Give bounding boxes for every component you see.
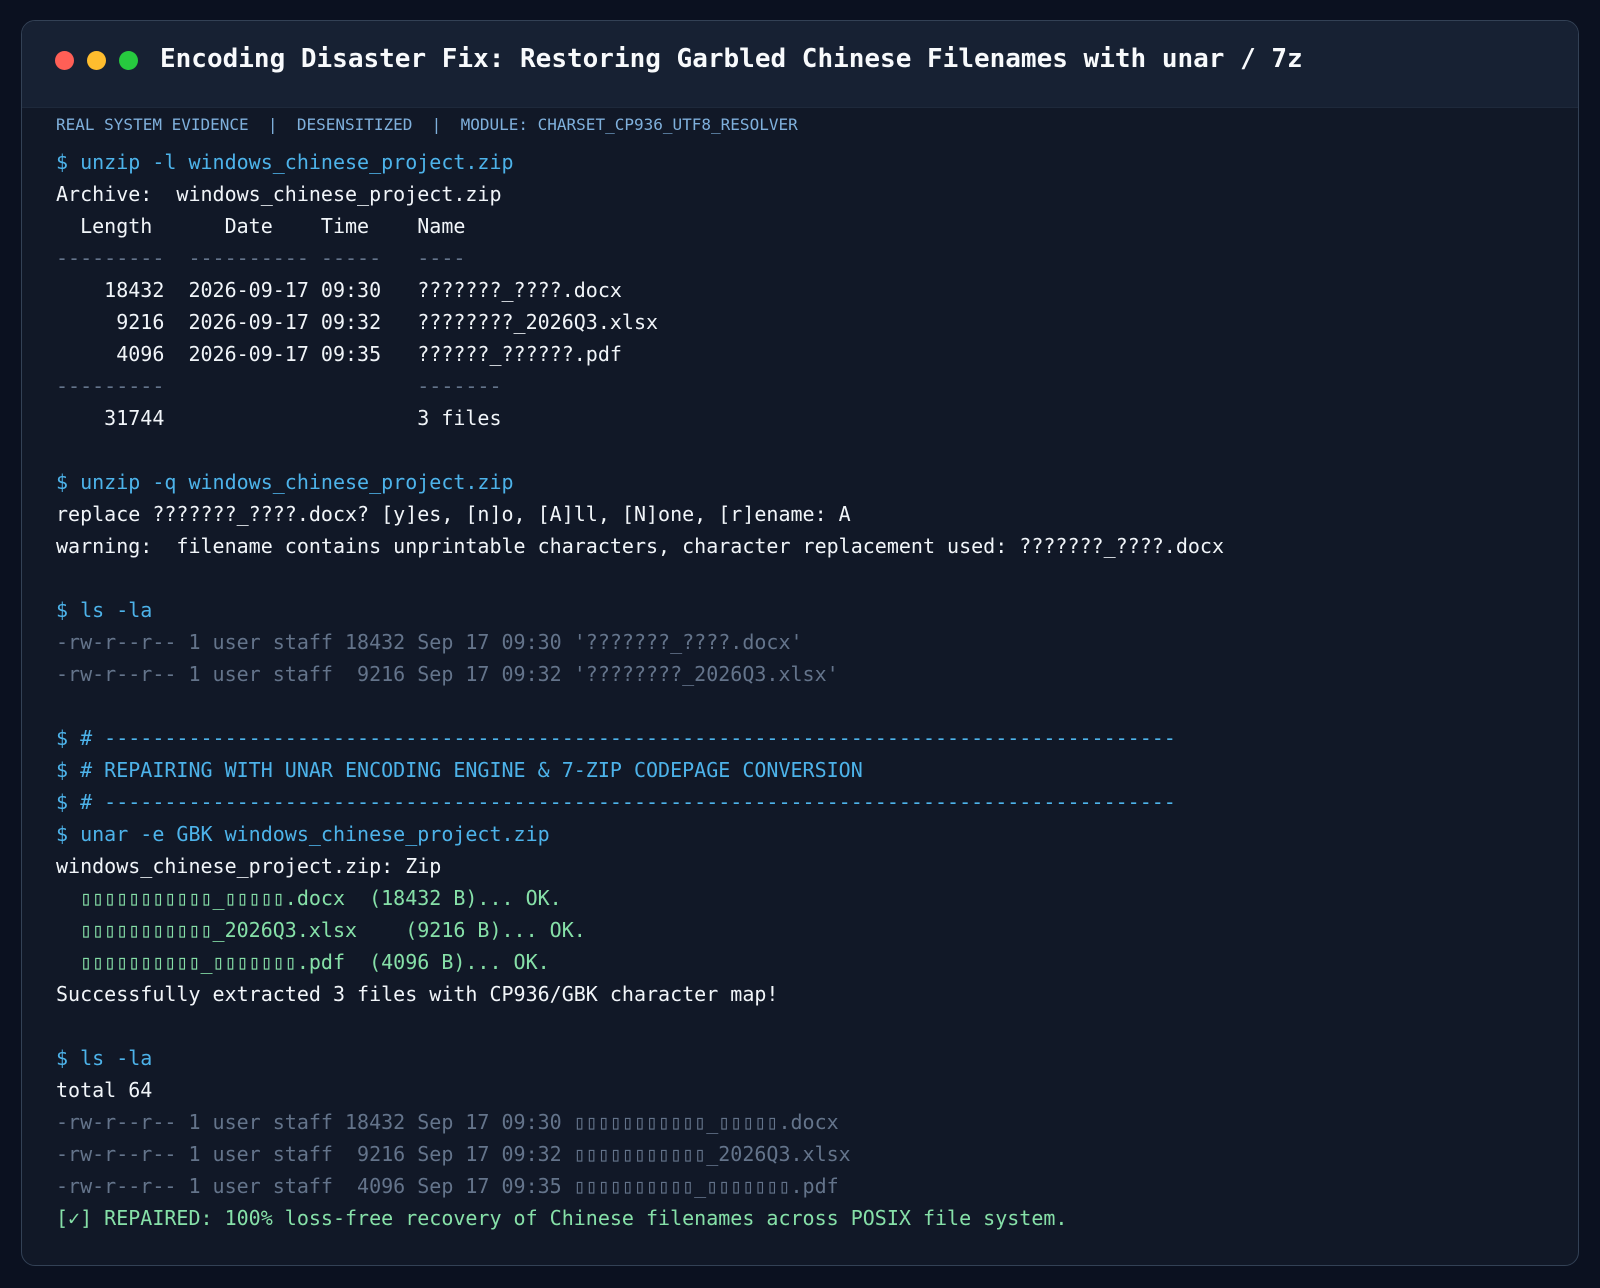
output-line: Archive: windows_chinese_project.zip	[56, 182, 502, 206]
success-line: ▯▯▯▯▯▯▯▯▯▯▯_▯▯▯▯▯.docx (18432 B)... OK.	[56, 886, 562, 910]
command-line: $ # ------------------------------------…	[56, 790, 1176, 814]
output-line: 9216 2026-09-17 09:32 ????????_2026Q3.xl…	[56, 310, 659, 334]
output-line: 31744 3 files	[56, 406, 502, 430]
output-line: 18432 2026-09-17 09:30 ???????_????.docx	[56, 278, 622, 302]
output-line: replace ???????_????.docx? [y]es, [n]o, …	[56, 502, 851, 526]
maximize-window-icon[interactable]	[119, 51, 138, 70]
listing-line: -rw-r--r-- 1 user staff 18432 Sep 17 09:…	[56, 1110, 839, 1134]
terminal-window: Encoding Disaster Fix: Restoring Garbled…	[21, 20, 1579, 1266]
command-line: $ # ------------------------------------…	[56, 726, 1176, 750]
output-line: Length Date Time Name	[56, 214, 466, 238]
output-line: Successfully extracted 3 files with CP93…	[56, 982, 779, 1006]
listing-line: --------- -------	[56, 374, 502, 398]
output-line: windows_chinese_project.zip: Zip	[56, 854, 442, 878]
title-bar: Encoding Disaster Fix: Restoring Garbled…	[22, 21, 1578, 108]
success-line: ▯▯▯▯▯▯▯▯▯▯_▯▯▯▯▯▯▯.pdf (4096 B)... OK.	[56, 950, 550, 974]
minimize-window-icon[interactable]	[87, 51, 106, 70]
listing-line: -rw-r--r-- 1 user staff 9216 Sep 17 09:3…	[56, 662, 839, 686]
command-line: $ ls -la	[56, 1046, 153, 1070]
output-line: warning: filename contains unprintable c…	[56, 534, 1224, 558]
command-line: $ unzip -q windows_chinese_project.zip	[56, 470, 514, 494]
window-title: Encoding Disaster Fix: Restoring Garbled…	[160, 44, 1303, 74]
listing-line: -rw-r--r-- 1 user staff 9216 Sep 17 09:3…	[56, 1142, 851, 1166]
listing-line: -rw-r--r-- 1 user staff 18432 Sep 17 09:…	[56, 630, 803, 654]
command-line: $ # REPAIRING WITH UNAR ENCODING ENGINE …	[56, 758, 863, 782]
terminal-output[interactable]: $ unzip -l windows_chinese_project.zip Ar…	[56, 146, 1558, 1234]
success-line: [✓] REPAIRED: 100% loss-free recovery of…	[56, 1206, 1068, 1230]
evidence-meta-line: REAL SYSTEM EVIDENCE | DESENSITIZED | MO…	[56, 115, 798, 134]
command-line: $ unzip -l windows_chinese_project.zip	[56, 150, 514, 174]
success-line: ▯▯▯▯▯▯▯▯▯▯▯_2026Q3.xlsx (9216 B)... OK.	[56, 918, 586, 942]
output-line: 4096 2026-09-17 09:35 ??????_??????.pdf	[56, 342, 622, 366]
listing-line: --------- ---------- ----- ----	[56, 246, 466, 270]
close-window-icon[interactable]	[55, 51, 74, 70]
listing-line: -rw-r--r-- 1 user staff 4096 Sep 17 09:3…	[56, 1174, 839, 1198]
command-line: $ ls -la	[56, 598, 153, 622]
command-line: $ unar -e GBK windows_chinese_project.zi…	[56, 822, 550, 846]
output-line: total 64	[56, 1078, 153, 1102]
